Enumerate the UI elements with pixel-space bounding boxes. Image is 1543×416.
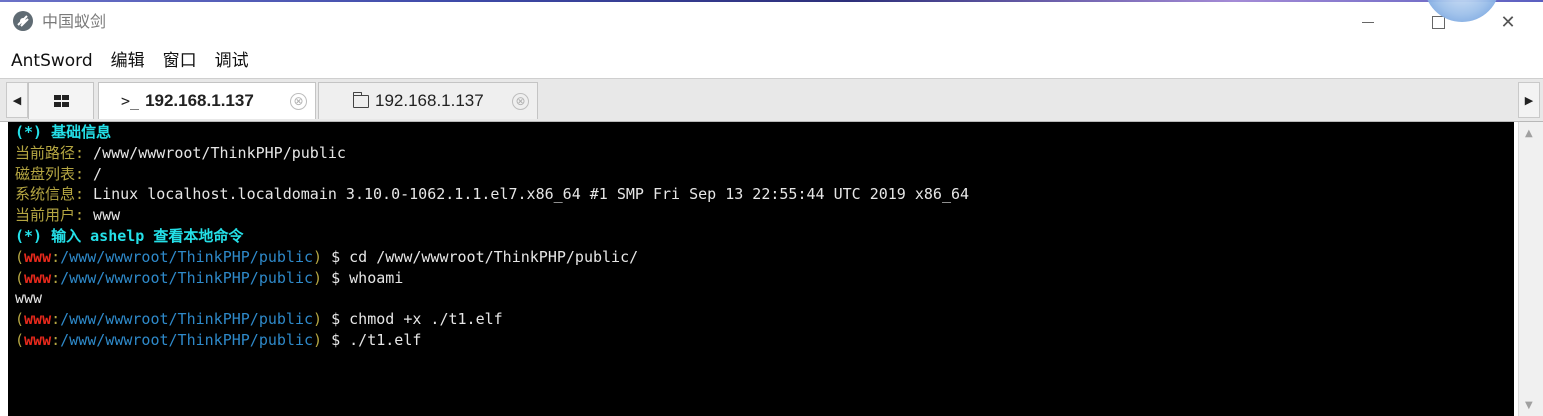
tab-file-manager[interactable]: 192.168.1.137 ⊗ [318,82,538,119]
chevron-right-icon: ▶ [1524,93,1534,107]
terminal-panel[interactable]: (*) 基础信息 当前路径: /www/wwwroot/ThinkPHP/pub… [8,122,1514,416]
menu-bar: AntSword 编辑 窗口 调试 [0,44,1543,78]
terminal-scrollbar[interactable]: ▲ ▼ [1518,122,1543,416]
prompt-user: www [24,247,52,266]
chevron-left-icon: ◀ [12,93,22,107]
prompt-path: /www/wwwroot/ThinkPHP/public [60,330,314,349]
tab-scroll-left-button[interactable]: ◀ [6,82,28,118]
prompt-path: /www/wwwroot/ThinkPHP/public [60,247,314,266]
terminal-line-disk: 磁盘列表: / [15,164,969,185]
terminal-command-line: (www:/www/wwwroot/ThinkPHP/public) $ who… [15,268,404,287]
terminal-line-path: 当前路径: /www/wwwroot/ThinkPHP/public [15,143,969,164]
terminal-command-line: (www:/www/wwwroot/ThinkPHP/public) $ cd … [15,247,639,266]
menu-window[interactable]: 窗口 [152,44,197,78]
tab-terminal-label: 192.168.1.137 [145,91,254,110]
tab-scroll-right-button[interactable]: ▶ [1518,82,1540,118]
terminal-command-line: (www:/www/wwwroot/ThinkPHP/public) $ chm… [15,310,503,329]
disk-label: 磁盘列表: [15,164,85,183]
scroll-down-icon[interactable]: ▼ [1525,400,1533,411]
command-output: www [15,289,43,308]
user-value: www [84,206,121,225]
tab-home-grid[interactable] [28,82,94,119]
command-text: $ chmod +x ./t1.elf [322,310,503,329]
terminal-output: (*) 基础信息 当前路径: /www/wwwroot/ThinkPHP/pub… [15,122,969,351]
tab-bar: ◀ >_ 192.168.1.137 ⊗ 192.168.1.137 ⊗ ▶ [0,78,1543,122]
terminal-line-user: 当前用户: www [15,205,969,226]
tab-terminal[interactable]: >_ 192.168.1.137 ⊗ [98,82,316,119]
scroll-up-icon[interactable]: ▲ [1525,128,1533,139]
window-title: 中国蚁剑 [42,12,107,31]
terminal-command-line: (www:/www/wwwroot/ThinkPHP/public) $ ./t… [15,330,422,349]
prompt-path: /www/wwwroot/ThinkPHP/public [60,268,314,287]
prompt-path: /www/wwwroot/ThinkPHP/public [60,310,314,329]
prompt-user: www [24,268,52,287]
folder-icon [352,91,369,108]
prompt-user: www [24,310,52,329]
command-text: $ whoami [322,268,404,287]
terminal-output-line: www [15,288,969,309]
tab-terminal-close-icon[interactable]: ⊗ [290,93,307,110]
desktop-strip [0,0,1543,2]
terminal-prompt-icon: >_ [121,92,140,110]
menu-edit[interactable]: 编辑 [100,44,145,78]
disk-value: / [84,164,103,183]
sys-label: 系统信息: [15,185,85,204]
menu-debug[interactable]: 调试 [204,44,249,78]
close-button[interactable]: ✕ [1493,8,1523,36]
grid-icon [53,95,69,107]
info-header: (*) 基础信息 [15,123,112,141]
terminal-line-sysinfo: 系统信息: Linux localhost.localdomain 3.10.0… [15,184,969,205]
help-line: (*) 输入 ashelp 查看本地命令 [15,226,244,245]
minimize-icon [1362,21,1374,23]
title-bar: 中国蚁剑 ✕ [0,0,1543,44]
terminal-line-info-header: (*) 基础信息 [15,122,969,143]
close-icon: ✕ [1500,11,1516,33]
antsword-logo-icon [13,11,33,31]
menu-antsword[interactable]: AntSword [0,44,93,78]
maximize-icon [1431,15,1445,29]
path-label: 当前路径: [15,143,85,162]
path-value: /www/wwwroot/ThinkPHP/public [84,143,346,162]
tab-file-manager-close-icon[interactable]: ⊗ [512,93,529,110]
user-label: 当前用户: [15,206,85,225]
tab-file-manager-label: 192.168.1.137 [375,91,484,110]
command-text: $ cd /www/wwwroot/ThinkPHP/public/ [322,247,639,266]
minimize-button[interactable] [1353,8,1383,36]
prompt-user: www [24,330,52,349]
sys-value: Linux localhost.localdomain 3.10.0-1062.… [84,185,970,204]
terminal-line-help: (*) 输入 ashelp 查看本地命令 [15,226,969,247]
command-text: $ ./t1.elf [322,330,422,349]
